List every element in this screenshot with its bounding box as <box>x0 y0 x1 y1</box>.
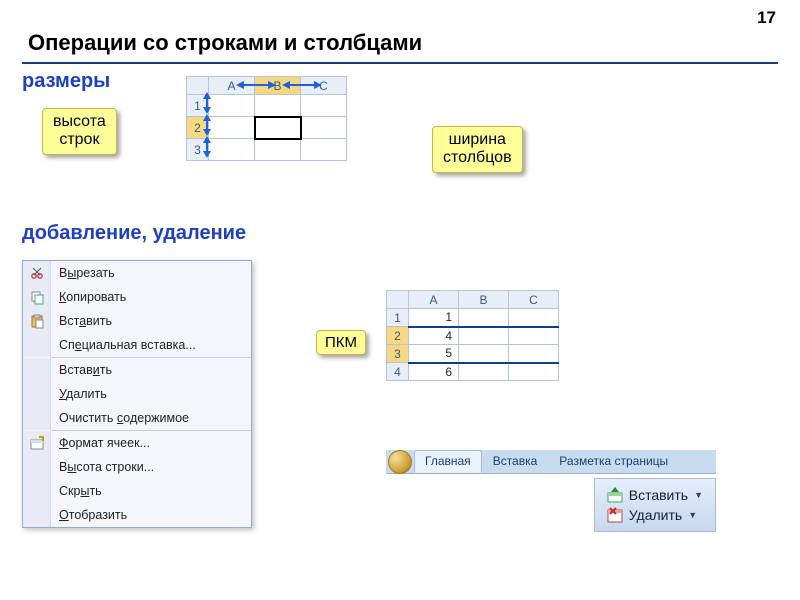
page-number: 17 <box>757 8 776 28</box>
blank-icon <box>23 455 51 479</box>
blank-icon <box>23 503 51 527</box>
menu-item-label: Вставить <box>51 363 112 377</box>
dropdown-arrow-icon[interactable]: ▼ <box>688 510 697 520</box>
blank-icon <box>23 479 51 503</box>
grid-selection-demo: A B C 1 1 2 4 3 5 4 6 <box>386 290 559 381</box>
blank-icon <box>23 406 51 430</box>
delete-row-icon <box>607 507 623 523</box>
title-rule <box>22 62 778 64</box>
menu-item[interactable]: Формат ячеек... <box>23 431 251 455</box>
menu-item[interactable]: Копировать <box>23 285 251 309</box>
menu-item-label: Отобразить <box>51 508 127 522</box>
blank-icon <box>23 358 51 382</box>
g2-row-1[interactable]: 1 <box>387 309 409 327</box>
ribbon: Главная Вставка Разметка страницы Встави… <box>386 450 716 532</box>
g2-row-3[interactable]: 3 <box>387 345 409 363</box>
menu-item-label: Высота строки... <box>51 460 154 474</box>
tab-page-layout[interactable]: Разметка страницы <box>548 450 679 473</box>
menu-item[interactable]: Вставить <box>23 309 251 333</box>
page-title: Операции со строками и столбцами <box>28 30 422 56</box>
menu-item-label: Специальная вставка... <box>51 338 196 352</box>
menu-item[interactable]: Очистить содержимое <box>23 406 251 430</box>
col-header-A[interactable]: A <box>209 77 255 95</box>
context-menu: Вырезать Копировать Вставить Специальная вс… <box>22 260 252 528</box>
g2-col-B[interactable]: B <box>459 291 509 309</box>
format-icon <box>23 431 51 455</box>
menu-item[interactable]: Специальная вставка... <box>23 333 251 357</box>
ribbon-delete-button[interactable]: Удалить ▼ <box>607 507 703 523</box>
menu-item[interactable]: Вставить <box>23 358 251 382</box>
menu-item-label: Вырезать <box>51 266 115 280</box>
subhead-add-delete: добавление, удаление <box>22 222 246 245</box>
callout-rmb: ПКМ <box>316 330 366 355</box>
tab-insert[interactable]: Вставка <box>482 450 549 473</box>
blank-icon <box>23 382 51 406</box>
col-header-B[interactable]: B <box>255 77 301 95</box>
menu-item-label: Вставить <box>51 314 112 328</box>
menu-item-label: Скрыть <box>51 484 102 498</box>
row-header-2[interactable]: 2 <box>187 117 209 139</box>
tab-home[interactable]: Главная <box>414 450 482 473</box>
menu-item-label: Копировать <box>51 290 126 304</box>
scissors-icon <box>23 261 51 285</box>
row-header-3[interactable]: 3 <box>187 139 209 161</box>
callout-row-height: высота строк <box>42 108 117 155</box>
row-header-1[interactable]: 1 <box>187 95 209 117</box>
ribbon-tabs: Главная Вставка Разметка страницы <box>386 450 716 474</box>
menu-item-label: Удалить <box>51 387 107 401</box>
g2-col-A[interactable]: A <box>409 291 459 309</box>
ribbon-cells-group: Вставить ▼ Удалить ▼ <box>594 478 716 532</box>
menu-item[interactable]: Скрыть <box>23 479 251 503</box>
copy-icon <box>23 285 51 309</box>
blank-icon <box>23 333 51 357</box>
menu-item-label: Очистить содержимое <box>51 411 189 425</box>
menu-item[interactable]: Удалить <box>23 382 251 406</box>
g2-col-C[interactable]: C <box>509 291 559 309</box>
col-header-C[interactable]: C <box>301 77 347 95</box>
dropdown-arrow-icon[interactable]: ▼ <box>694 490 703 500</box>
subhead-sizes: размеры <box>22 70 110 93</box>
office-button-icon[interactable] <box>388 450 412 474</box>
g2-row-2[interactable]: 2 <box>387 327 409 345</box>
active-cell[interactable] <box>255 117 301 139</box>
menu-item[interactable]: Отобразить <box>23 503 251 527</box>
menu-item[interactable]: Вырезать <box>23 261 251 285</box>
menu-item-label: Формат ячеек... <box>51 436 150 450</box>
paste-icon <box>23 309 51 333</box>
insert-row-icon <box>607 487 623 503</box>
g2-row-4[interactable]: 4 <box>387 363 409 381</box>
ribbon-insert-button[interactable]: Вставить ▼ <box>607 487 703 503</box>
callout-col-width: ширина столбцов <box>432 126 523 173</box>
grid-sizes-demo: A B C 1 2 3 <box>186 76 347 161</box>
menu-item[interactable]: Высота строки... <box>23 455 251 479</box>
